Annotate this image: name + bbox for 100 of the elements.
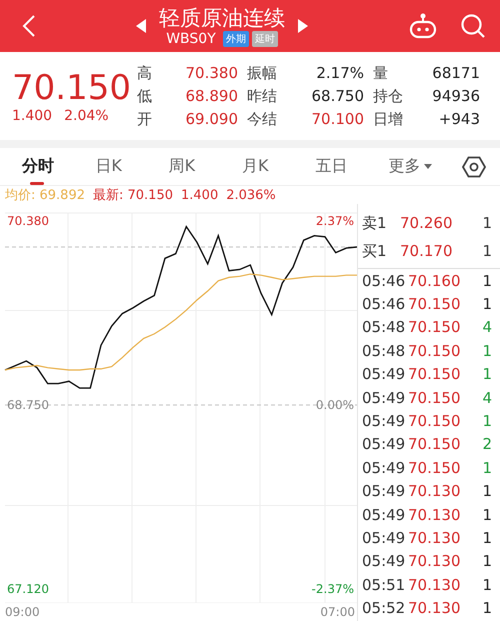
stat-value: 2.17%	[315, 64, 364, 82]
back-button[interactable]	[22, 14, 36, 38]
trade-time: 05:48	[362, 342, 406, 360]
tag: 延时	[252, 31, 278, 47]
average-price: 均价: 69.892	[5, 187, 85, 204]
trade-time: 05:49	[362, 388, 406, 407]
more-tab[interactable]: 更多	[388, 148, 462, 185]
trade-time: 05:52	[362, 599, 406, 618]
trade-price: 70.130	[408, 506, 462, 524]
chart-tab[interactable]: 周K	[168, 148, 242, 185]
caret-icon	[424, 164, 432, 170]
stat-label: 今结	[247, 110, 278, 128]
trade-time: 05:49	[362, 458, 406, 477]
time-label: 07:00	[320, 605, 355, 620]
trade-volume: 1	[481, 528, 492, 547]
trade-price: 70.150	[408, 388, 462, 407]
stat-label: 低	[137, 86, 153, 106]
search-button[interactable]	[460, 13, 486, 39]
stat-label: 量	[373, 64, 389, 82]
percent-label: 0.00%	[316, 398, 354, 412]
trade-volume: 1	[481, 552, 492, 570]
stat-value: 68.750	[310, 87, 364, 105]
trade-time: 05:49	[362, 435, 406, 454]
trade-volume: 1	[481, 412, 492, 430]
trade-price: 70.150	[408, 295, 462, 314]
percent-label: -2.37%	[312, 582, 354, 596]
axis-label: 67.120	[7, 582, 49, 596]
chart-tab[interactable]: 日K	[95, 148, 169, 185]
previous-button[interactable]	[135, 18, 147, 34]
robot-icon[interactable]	[408, 13, 438, 39]
last-price: 70.150	[12, 68, 132, 108]
order-volume: 1	[481, 214, 492, 232]
tag: 外期	[222, 31, 249, 47]
trade-price: 70.130	[408, 552, 462, 570]
trade-volume: 1	[481, 576, 492, 594]
latest-change: 1.400	[181, 188, 218, 202]
trade-volume: 1	[481, 365, 492, 384]
trade-price: 70.150	[408, 365, 462, 384]
stat-label: 振幅	[247, 64, 278, 82]
trade-price: 70.150	[408, 412, 462, 430]
trade-time: 05:49	[362, 528, 406, 547]
axis-label: 70.380	[7, 214, 49, 228]
latest-price: 最新: 70.150	[93, 187, 173, 204]
order-volume: 1	[481, 242, 492, 260]
trade-time: 05:49	[362, 365, 406, 384]
trade-volume: 1	[481, 342, 492, 360]
stat-value: 70.380	[184, 64, 238, 82]
trade-volume: 1	[481, 272, 492, 290]
stat-value: 94936	[431, 87, 480, 105]
chart-tab[interactable]: 分时	[22, 148, 96, 185]
trade-price: 70.130	[408, 528, 462, 547]
trade-price: 70.130	[408, 482, 462, 500]
trade-time: 05:48	[362, 318, 406, 336]
stat-label: 高	[137, 64, 153, 82]
trade-price: 70.150	[408, 342, 462, 360]
trade-volume: 2	[481, 435, 492, 454]
price-change: 1.400	[12, 108, 52, 124]
chart-tab[interactable]: 五日	[315, 148, 389, 185]
trade-price: 70.160	[408, 272, 462, 290]
trade-volume: 4	[481, 388, 492, 407]
trade-volume: 4	[481, 318, 492, 336]
trade-time: 05:46	[362, 295, 406, 314]
trade-price: 70.150	[408, 318, 462, 336]
stat-value: 70.100	[310, 110, 364, 128]
order-side: 卖1	[362, 214, 388, 232]
stat-label: 昨结	[247, 86, 278, 106]
instrument-title: 轻质原油连续	[159, 5, 285, 31]
chart-tab[interactable]: 月K	[242, 148, 316, 185]
stat-label: 持仓	[373, 86, 404, 106]
trade-time: 05:49	[362, 482, 406, 500]
order-price: 70.260	[400, 214, 454, 232]
trade-time: 05:49	[362, 412, 406, 430]
trade-price: 70.130	[408, 599, 462, 618]
percent-label: 2.37%	[316, 214, 354, 228]
stat-value: +943	[438, 110, 480, 128]
change-percent: 2.04%	[64, 108, 109, 124]
trade-time: 05:51	[362, 576, 406, 594]
trade-price: 70.150	[408, 435, 462, 454]
stat-value: 69.090	[184, 110, 238, 128]
trade-volume: 1	[481, 482, 492, 500]
stat-value: 68.890	[184, 87, 238, 105]
stat-value: 68171	[431, 64, 480, 82]
trade-time: 05:49	[362, 552, 406, 570]
trade-volume: 1	[481, 295, 492, 314]
settings-icon[interactable]	[462, 156, 486, 178]
order-price: 70.170	[400, 242, 454, 260]
trade-volume: 1	[481, 506, 492, 524]
latest-percent: 2.036%	[226, 188, 276, 202]
order-side: 买1	[362, 242, 388, 260]
trade-price: 70.130	[408, 576, 462, 594]
trade-time: 05:49	[362, 506, 406, 524]
axis-label: 68.750	[7, 398, 49, 412]
next-button[interactable]	[297, 18, 309, 34]
stat-label: 开	[137, 110, 153, 128]
trade-volume: 1	[481, 599, 492, 618]
trade-volume: 1	[481, 458, 492, 477]
trade-time: 05:46	[362, 272, 406, 290]
time-label: 09:00	[5, 605, 40, 620]
instrument-code: WBS0Y	[166, 31, 216, 47]
stat-label: 日增	[373, 110, 404, 128]
